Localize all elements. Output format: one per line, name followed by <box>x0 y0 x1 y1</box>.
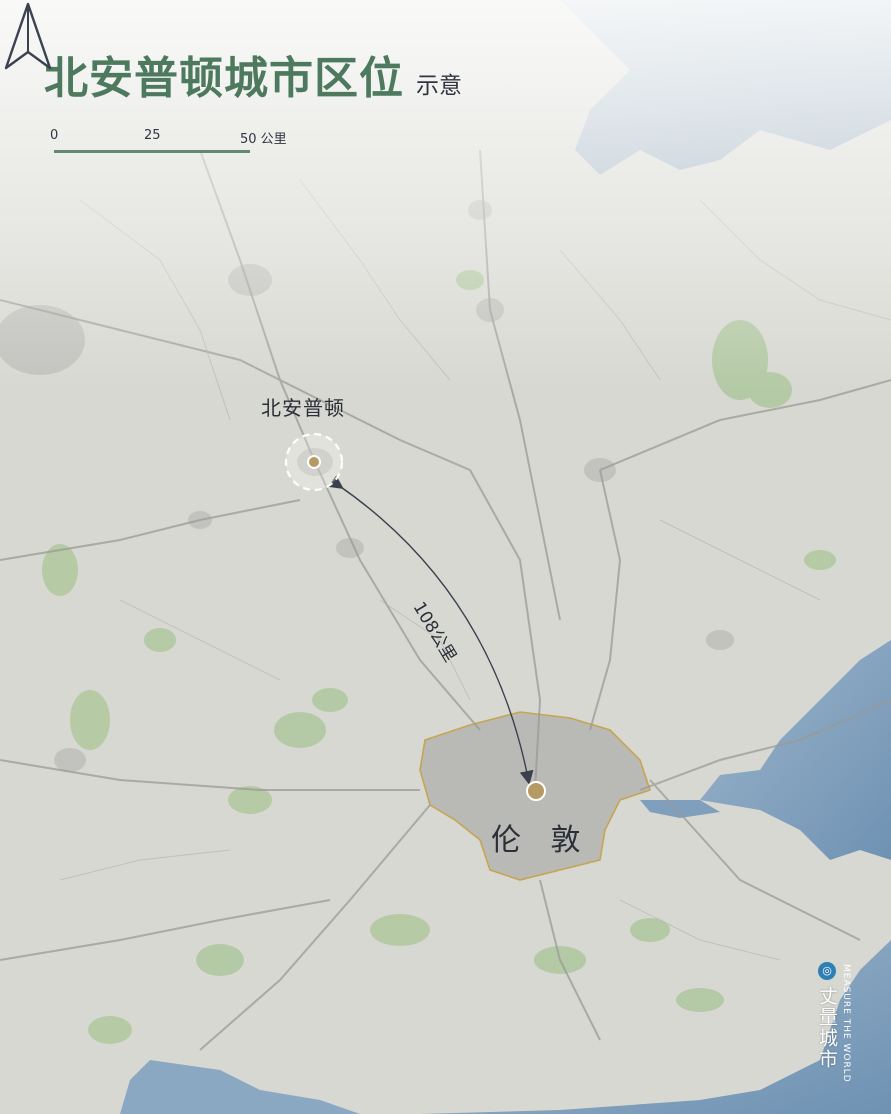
northampton-marker <box>307 455 321 469</box>
map-subtitle: 示意 <box>416 73 462 99</box>
brand-english: MEASURE THE WORLD <box>841 964 851 1083</box>
globe-logo-icon: ◎ <box>818 962 836 980</box>
scale-bar-line <box>54 150 250 153</box>
map-title: 北安普顿城市区位 <box>44 53 404 104</box>
title-block: 北安普顿城市区位 示意 <box>44 42 462 106</box>
london-label: 伦 敦 <box>491 823 591 858</box>
scale-bar: 0 25 50 公里 <box>50 128 314 158</box>
london-marker <box>526 781 546 801</box>
north-arrow-icon <box>4 2 52 70</box>
brand-chinese: 丈量城市 <box>816 986 838 1070</box>
map-canvas: 北安普顿城市区位 示意 0 25 50 公里 北安普顿 108公里 伦 敦 ◎ … <box>0 0 891 1114</box>
scale-tick-50: 50 公里 <box>240 132 287 147</box>
scale-tick-25: 25 <box>144 128 161 143</box>
top-fade <box>0 0 891 1114</box>
brand-watermark: ◎ 丈量城市 MEASURE THE WORLD <box>816 962 860 1083</box>
northampton-label: 北安普顿 <box>261 396 345 420</box>
map-graphics <box>0 0 891 1114</box>
scale-tick-0: 0 <box>50 128 59 143</box>
